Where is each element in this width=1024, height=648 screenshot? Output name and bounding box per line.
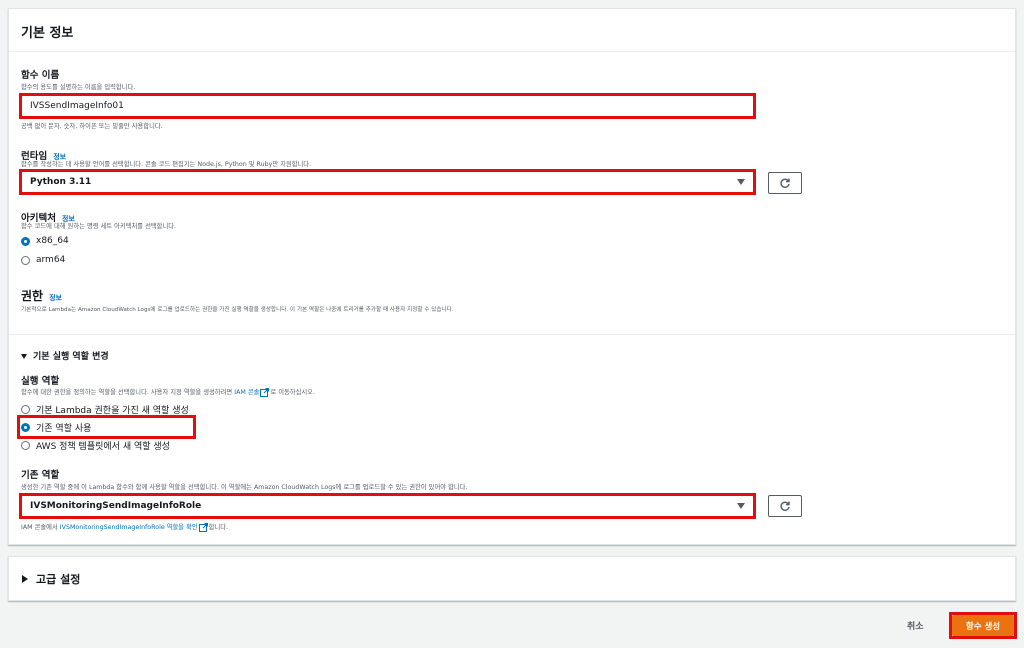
permissions-info-link[interactable]: 정보 (49, 294, 62, 302)
create-function-button[interactable]: 함수 생성 (952, 615, 1014, 636)
permissions-title: 권한 (21, 289, 44, 303)
architecture-option-label: arm64 (36, 255, 66, 265)
role-option-policy-template[interactable]: AWS 정책 템플릿에서 새 역할 생성 (21, 439, 170, 452)
panel-title: 기본 정보 (21, 26, 74, 41)
architecture-option-arm64[interactable]: arm64 (21, 255, 65, 265)
role-option-label: 기존 역할 사용 (36, 424, 92, 434)
footer-suffix: 합니다. (208, 524, 229, 531)
refresh-icon (780, 501, 790, 511)
runtime-refresh-button[interactable] (768, 172, 802, 194)
existing-role-description: 생성한 기존 역할 중에 이 Lambda 함수와 함께 사용할 역할을 선택합… (21, 484, 468, 491)
change-role-toggle-label: 기본 실행 역할 변경 (33, 352, 109, 362)
role-option-existing[interactable]: 기존 역할 사용 (21, 421, 91, 434)
advanced-settings-toggle[interactable]: 고급 설정 (22, 571, 80, 587)
execution-role-label: 실행 역할 (21, 376, 60, 387)
role-option-label: 기본 Lambda 권한을 가진 새 역할 생성 (36, 406, 189, 416)
chevron-down-icon (737, 503, 745, 509)
runtime-description: 함수를 작성하는 데 사용할 언어를 선택합니다. 콘솔 코드 편집기는 Nod… (21, 161, 312, 168)
execution-role-desc-prefix: 함수에 대한 권한을 정의하는 역할을 선택합니다. 사용자 지정 역할을 생성… (21, 389, 233, 396)
panel-header: 기본 정보 (9, 9, 1015, 52)
existing-role-footer: IAM 콘솔에서 IVSMonitoringSendImageInfoRole … (21, 522, 228, 532)
role-option-new-basic[interactable]: 기본 Lambda 권한을 가진 새 역할 생성 (21, 403, 189, 416)
external-link-icon (260, 387, 270, 397)
function-name-description: 함수의 용도를 설명하는 이름을 입력합니다. (21, 84, 136, 91)
refresh-icon (780, 178, 790, 188)
radio-unselected-icon (21, 405, 30, 414)
radio-selected-icon (21, 236, 30, 246)
radio-unselected-icon (21, 441, 30, 450)
runtime-value: Python 3.11 (30, 177, 92, 187)
basic-info-panel: 기본 정보 함수 이름 함수의 용도를 설명하는 이름을 입력합니다. IVSS… (8, 8, 1016, 545)
view-role-link[interactable]: IVSMonitoringSendImageInfoRole 역할을 확인 (60, 524, 198, 531)
role-refresh-button[interactable] (768, 495, 802, 517)
caret-down-icon (21, 354, 27, 359)
function-name-hint: 공백 없이 문자, 숫자, 하이픈 또는 밑줄만 사용합니다. (21, 123, 163, 130)
radio-unselected-icon (21, 255, 30, 265)
existing-role-label: 기존 역할 (21, 470, 60, 481)
role-option-label: AWS 정책 템플릿에서 새 역할 생성 (36, 442, 170, 452)
permissions-title-row: 권한 정보 (21, 285, 62, 304)
function-name-input[interactable]: IVSSendImageInfo01 (21, 95, 754, 117)
function-name-value: IVSSendImageInfo01 (30, 101, 124, 111)
advanced-settings-panel[interactable]: 고급 설정 (8, 556, 1016, 601)
function-name-label: 함수 이름 (21, 70, 60, 81)
caret-right-icon (22, 575, 28, 583)
runtime-select[interactable]: Python 3.11 (21, 171, 754, 193)
architecture-option-label: x86_64 (36, 236, 69, 246)
existing-role-value: IVSMonitoringSendImageInfoRole (30, 501, 202, 511)
architecture-option-x86[interactable]: x86_64 (21, 236, 69, 246)
chevron-down-icon (737, 179, 745, 185)
execution-role-desc-suffix: 로 이동하십시오. (270, 389, 315, 396)
existing-role-select[interactable]: IVSMonitoringSendImageInfoRole (21, 495, 754, 517)
section-divider (9, 334, 1015, 335)
cancel-button[interactable]: 취소 (907, 619, 924, 632)
change-role-toggle[interactable]: 기본 실행 역할 변경 (21, 349, 109, 362)
external-link-icon (198, 522, 208, 532)
architecture-description: 함수 코드에 대해 원하는 명령 세트 아키텍처를 선택합니다. (21, 223, 177, 230)
permissions-description: 기본적으로 Lambda는 Amazon CloudWatch Logs에 로그… (21, 307, 454, 313)
radio-selected-icon (21, 423, 30, 432)
iam-console-link[interactable]: IAM 콘솔 (234, 389, 259, 396)
advanced-settings-title: 고급 설정 (36, 573, 81, 586)
execution-role-description: 함수에 대한 권한을 정의하는 역할을 선택합니다. 사용자 지정 역할을 생성… (21, 387, 315, 397)
footer-prefix: IAM 콘솔에서 (21, 524, 58, 531)
